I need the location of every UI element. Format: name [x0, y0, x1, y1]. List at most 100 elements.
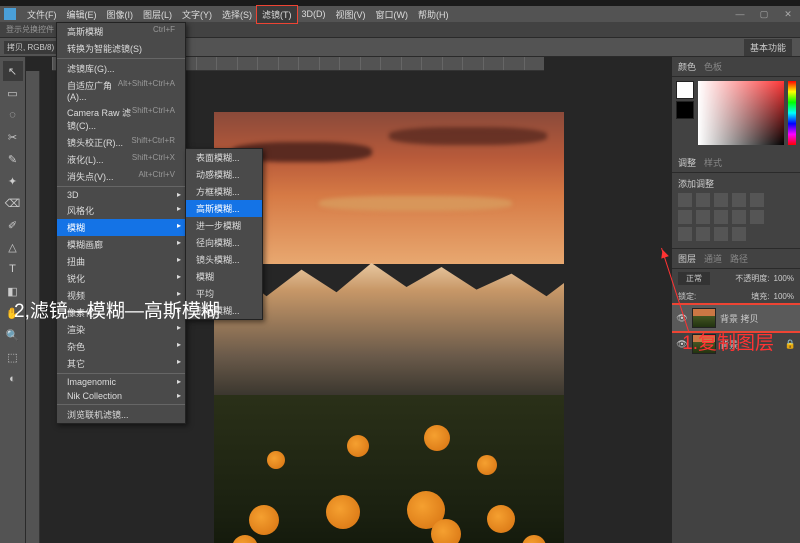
blur-submenu-item[interactable]: 高斯模糊...	[186, 200, 262, 217]
filter-menu-item[interactable]: Imagenomic	[57, 375, 185, 389]
tool-7[interactable]: ✐	[3, 215, 23, 235]
adj-icon[interactable]	[750, 193, 764, 207]
tab-style[interactable]: 样式	[704, 156, 722, 169]
tab-color[interactable]: 颜色	[678, 60, 696, 73]
adj-icon[interactable]	[714, 227, 728, 241]
adjust-panel-header: 调整 样式	[672, 153, 800, 173]
adj-icon[interactable]	[696, 227, 710, 241]
filter-menu-item[interactable]: Nik Collection	[57, 389, 185, 403]
menu-view[interactable]: 视图(V)	[331, 6, 371, 23]
adj-icon[interactable]	[696, 210, 710, 224]
blur-submenu-item[interactable]: 平均	[186, 285, 262, 302]
adj-icon[interactable]	[714, 210, 728, 224]
tool-8[interactable]: △	[3, 237, 23, 257]
filter-menu-item[interactable]: 视频	[57, 287, 185, 304]
filter-menu-item[interactable]: 自适应广角(A)...Alt+Shift+Ctrl+A	[57, 77, 185, 104]
menu-filter[interactable]: 滤镜(T)	[257, 6, 297, 23]
menu-select[interactable]: 选择(S)	[217, 6, 257, 23]
menu-file[interactable]: 文件(F)	[22, 6, 62, 23]
minimize-icon[interactable]: —	[728, 6, 752, 22]
color-picker[interactable]	[672, 77, 800, 153]
tool-10[interactable]: ◧	[3, 281, 23, 301]
filter-menu-item[interactable]: 风格化	[57, 202, 185, 219]
menu-edit[interactable]: 编辑(E)	[62, 6, 102, 23]
tool-9[interactable]: T	[3, 259, 23, 279]
workspace-switcher[interactable]: 基本功能	[744, 39, 792, 56]
adj-icon[interactable]	[732, 193, 746, 207]
menu-3d[interactable]: 3D(D)	[297, 7, 331, 21]
tool-11[interactable]: ✋	[3, 303, 23, 323]
blur-submenu-item[interactable]: 进一步模糊	[186, 217, 262, 234]
blur-submenu-item[interactable]: 表面模糊...	[186, 149, 262, 166]
tab-channels[interactable]: 通道	[704, 252, 722, 265]
opacity-value[interactable]: 100%	[774, 274, 794, 283]
adj-icon[interactable]	[750, 210, 764, 224]
fill-value[interactable]: 100%	[774, 292, 794, 301]
tool-14[interactable]: ◐	[3, 369, 23, 389]
filter-menu-item[interactable]: 液化(L)...Shift+Ctrl+X	[57, 151, 185, 168]
filter-menu-item[interactable]: 消失点(V)...Alt+Ctrl+V	[57, 168, 185, 185]
close-icon[interactable]: ✕	[776, 6, 800, 22]
filter-menu-item[interactable]: 锐化	[57, 270, 185, 287]
tool-4[interactable]: ✎	[3, 149, 23, 169]
adj-icon[interactable]	[732, 227, 746, 241]
layer-row-bg[interactable]: 👁 背景 🔒	[672, 331, 800, 357]
subtitle-text: 登示兑换控件	[6, 25, 54, 34]
adj-icon[interactable]	[714, 193, 728, 207]
menu-window[interactable]: 窗口(W)	[371, 6, 414, 23]
filter-menu-item[interactable]: Camera Raw 滤镜(C)...Shift+Ctrl+A	[57, 104, 185, 134]
filter-menu-item[interactable]: 其它	[57, 355, 185, 372]
filter-menu-item[interactable]: 浏览联机滤镜...	[57, 406, 185, 423]
filter-menu-item[interactable]: 高斯模糊Ctrl+F	[57, 23, 185, 40]
filter-menu-item[interactable]: 杂色	[57, 338, 185, 355]
menu-image[interactable]: 图像(I)	[102, 6, 139, 23]
menu-type[interactable]: 文字(Y)	[177, 6, 217, 23]
filter-menu-item[interactable]: 渲染	[57, 321, 185, 338]
adj-icon[interactable]	[678, 227, 692, 241]
filter-menu-item[interactable]: 扭曲	[57, 253, 185, 270]
tool-2[interactable]: ◌	[3, 105, 23, 125]
blur-submenu-item[interactable]: 方框模糊...	[186, 183, 262, 200]
visibility-icon[interactable]: 👁	[676, 338, 688, 350]
adj-icon[interactable]	[678, 210, 692, 224]
blur-submenu-item[interactable]: 动感模糊...	[186, 166, 262, 183]
menu-help[interactable]: 帮助(H)	[413, 6, 454, 23]
bg-color-swatch[interactable]	[676, 101, 694, 119]
filter-menu-item[interactable]: 3D	[57, 188, 185, 202]
tool-12[interactable]: 🔍	[3, 325, 23, 345]
adjust-add-label: 添加调整	[678, 177, 794, 190]
blur-submenu-item[interactable]: 形状模糊...	[186, 302, 262, 319]
maximize-icon[interactable]: ▢	[752, 6, 776, 22]
blur-submenu: 表面模糊...动感模糊...方框模糊...高斯模糊...进一步模糊径向模糊...…	[185, 148, 263, 320]
filter-menu-item[interactable]: 模糊	[57, 219, 185, 236]
doc-tab[interactable]: 拷贝, RGB/8) *	[4, 41, 62, 54]
tool-6[interactable]: ⌫	[3, 193, 23, 213]
blur-submenu-item[interactable]: 镜头模糊...	[186, 251, 262, 268]
menu-layer[interactable]: 图层(L)	[138, 6, 177, 23]
filter-menu-item[interactable]: 转换为智能滤镜(S)	[57, 40, 185, 57]
tab-layers[interactable]: 图层	[678, 252, 696, 265]
color-spectrum[interactable]	[698, 81, 784, 145]
tool-0[interactable]: ↖	[3, 61, 23, 81]
fg-color-swatch[interactable]	[676, 81, 694, 99]
adj-icon[interactable]	[696, 193, 710, 207]
blend-mode-select[interactable]: 正常	[678, 272, 710, 285]
layer-row-copy[interactable]: 👁 背景 拷贝	[672, 305, 800, 331]
adj-icon[interactable]	[678, 193, 692, 207]
tool-3[interactable]: ✂	[3, 127, 23, 147]
tool-13[interactable]: ⬚	[3, 347, 23, 367]
tab-adjust[interactable]: 调整	[678, 156, 696, 169]
blur-submenu-item[interactable]: 模糊	[186, 268, 262, 285]
filter-menu-item[interactable]: 镜头校正(R)...Shift+Ctrl+R	[57, 134, 185, 151]
tool-5[interactable]: ✦	[3, 171, 23, 191]
tool-1[interactable]: ▭	[3, 83, 23, 103]
filter-menu-item[interactable]: 模糊画廊	[57, 236, 185, 253]
filter-menu-item[interactable]: 像素化	[57, 304, 185, 321]
adj-icon[interactable]	[732, 210, 746, 224]
tab-paths[interactable]: 路径	[730, 252, 748, 265]
ruler-vertical	[26, 71, 40, 543]
tab-swatches[interactable]: 色板	[704, 60, 722, 73]
blur-submenu-item[interactable]: 径向模糊...	[186, 234, 262, 251]
filter-menu-item[interactable]: 滤镜库(G)...	[57, 60, 185, 77]
hue-slider[interactable]	[788, 81, 796, 145]
